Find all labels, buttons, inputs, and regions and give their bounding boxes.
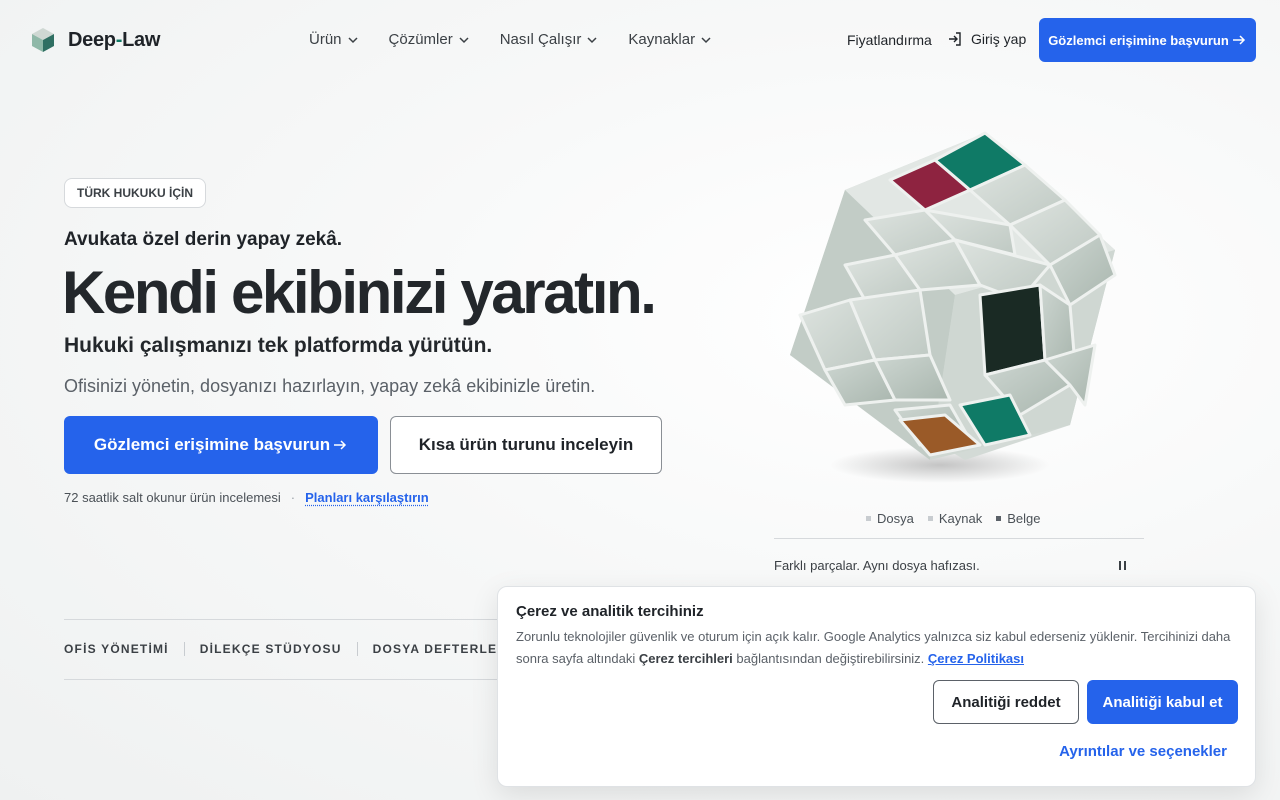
nav-item-cozumler[interactable]: Çözümler [389,31,470,48]
chevron-down-icon [459,36,469,43]
hero-apply-label: Gözlemci erişimine başvurun [93,435,331,454]
hero-cube-visual [770,115,1130,495]
hero-note: 72 saatlik salt okunur ürün incelemesi ·… [64,490,429,505]
legend-square-icon [866,516,871,521]
legend-square-icon [927,516,933,521]
hero-badge: TÜRK HUKUKU İÇİN [64,178,206,208]
login-label: Giriş yap [971,31,1027,47]
login-link[interactable]: Giriş yap [947,31,1026,47]
visual-legend: Dosya Kaynak Belge [866,511,1040,526]
cookie-preferences-ref: Çerez tercihleri [638,651,733,666]
note-separator: · [290,490,296,505]
nav-item-kaynaklar[interactable]: Kaynaklar [628,31,712,48]
visual-caption: Farklı parçalar. Aynı dosya hafızası. [774,558,980,573]
reject-analytics-button[interactable]: Analitiği reddet [933,680,1079,724]
trial-note: 72 saatlik salt okunur ürün incelemesi [64,490,281,505]
cookie-details-link[interactable]: Ayrıntılar ve seçenekler [1059,743,1227,760]
feature-tabs: OFİS YÖNETİMİ DİLEKÇE STÜDYOSU DOSYA DEF… [64,642,543,656]
header-apply-button[interactable]: Gözlemci erişimine başvurun [1039,18,1256,62]
cookie-banner: Çerez ve analitik tercihiniz Zorunlu tek… [497,586,1256,787]
hero-headline: Kendi ekibinizi yaratın. [62,259,657,326]
arrow-right-icon [334,440,347,450]
nav-item-label: Nasıl Çalışır [499,31,582,48]
logo-text: Deep-Law [68,28,161,51]
hero-subtitle: Hukuki çalışmanızı tek platformda yürütü… [64,334,493,357]
legend-label: Kaynak [938,511,983,526]
cookie-description: Zorunlu teknolojiler güvenlik ve oturum … [516,629,1231,666]
login-icon [949,32,961,46]
nav-item-label: Çözümler [388,31,453,48]
tab-dilekce-studyosu[interactable]: DİLEKÇE STÜDYOSU [200,642,342,656]
site-header: Deep-Law Ürün Çözümler Nasıl Çalışır Kay… [0,0,1280,80]
logo[interactable]: Deep-Law [30,26,160,54]
tab-ofis-yonetimi[interactable]: OFİS YÖNETİMİ [64,642,169,656]
cookie-title: Çerez ve analitik tercihiniz [516,603,704,620]
nav-item-label: Kaynaklar [628,31,696,48]
tab-separator [356,642,358,656]
legend-item-dosya: Dosya [866,511,914,526]
chevron-down-icon [587,36,597,43]
legend-label: Belge [1007,511,1041,526]
accept-analytics-button[interactable]: Analitiği kabul et [1087,680,1238,724]
legend-item-kaynak: Kaynak [927,511,983,526]
legend-label: Dosya [877,511,914,526]
nav-item-urun[interactable]: Ürün [309,31,359,48]
product-tour-button[interactable]: Kısa ürün turunu inceleyin [390,416,662,474]
nav-item-nasil-calisir[interactable]: Nasıl Çalışır [500,31,599,48]
logo-cube-icon [32,28,54,52]
hero-eyebrow: Avukata özel derin yapay zekâ. [64,229,343,250]
main-nav: Ürün Çözümler Nasıl Çalışır Kaynaklar [309,31,712,48]
chevron-down-icon [347,36,358,43]
tab-dosya-defterleri[interactable]: DOSYA DEFTERLERİ [373,642,512,656]
header-apply-label: Gözlemci erişimine başvurun [1048,32,1229,48]
chevron-down-icon [701,36,711,43]
tab-separator [183,642,185,656]
pause-icon [1118,560,1121,570]
cookie-policy-link[interactable]: Çerez Politikası [928,651,1024,666]
nav-item-label: Ürün [309,31,342,48]
compare-plans-link[interactable]: Planları karşılaştırın [305,490,429,505]
hero-apply-button[interactable]: Gözlemci erişimine başvurun [64,416,378,474]
hero-description: Ofisinizi yönetin, dosyanızı hazırlayın,… [64,376,596,396]
legend-square-icon [996,516,1002,521]
cube-illustration [790,131,1117,483]
arrow-right-icon [1232,35,1245,45]
pricing-link[interactable]: Fiyatlandırma [847,32,932,48]
visual-divider [774,538,1144,539]
legend-item-belge: Belge [996,511,1040,526]
pause-button[interactable] [1116,558,1128,572]
